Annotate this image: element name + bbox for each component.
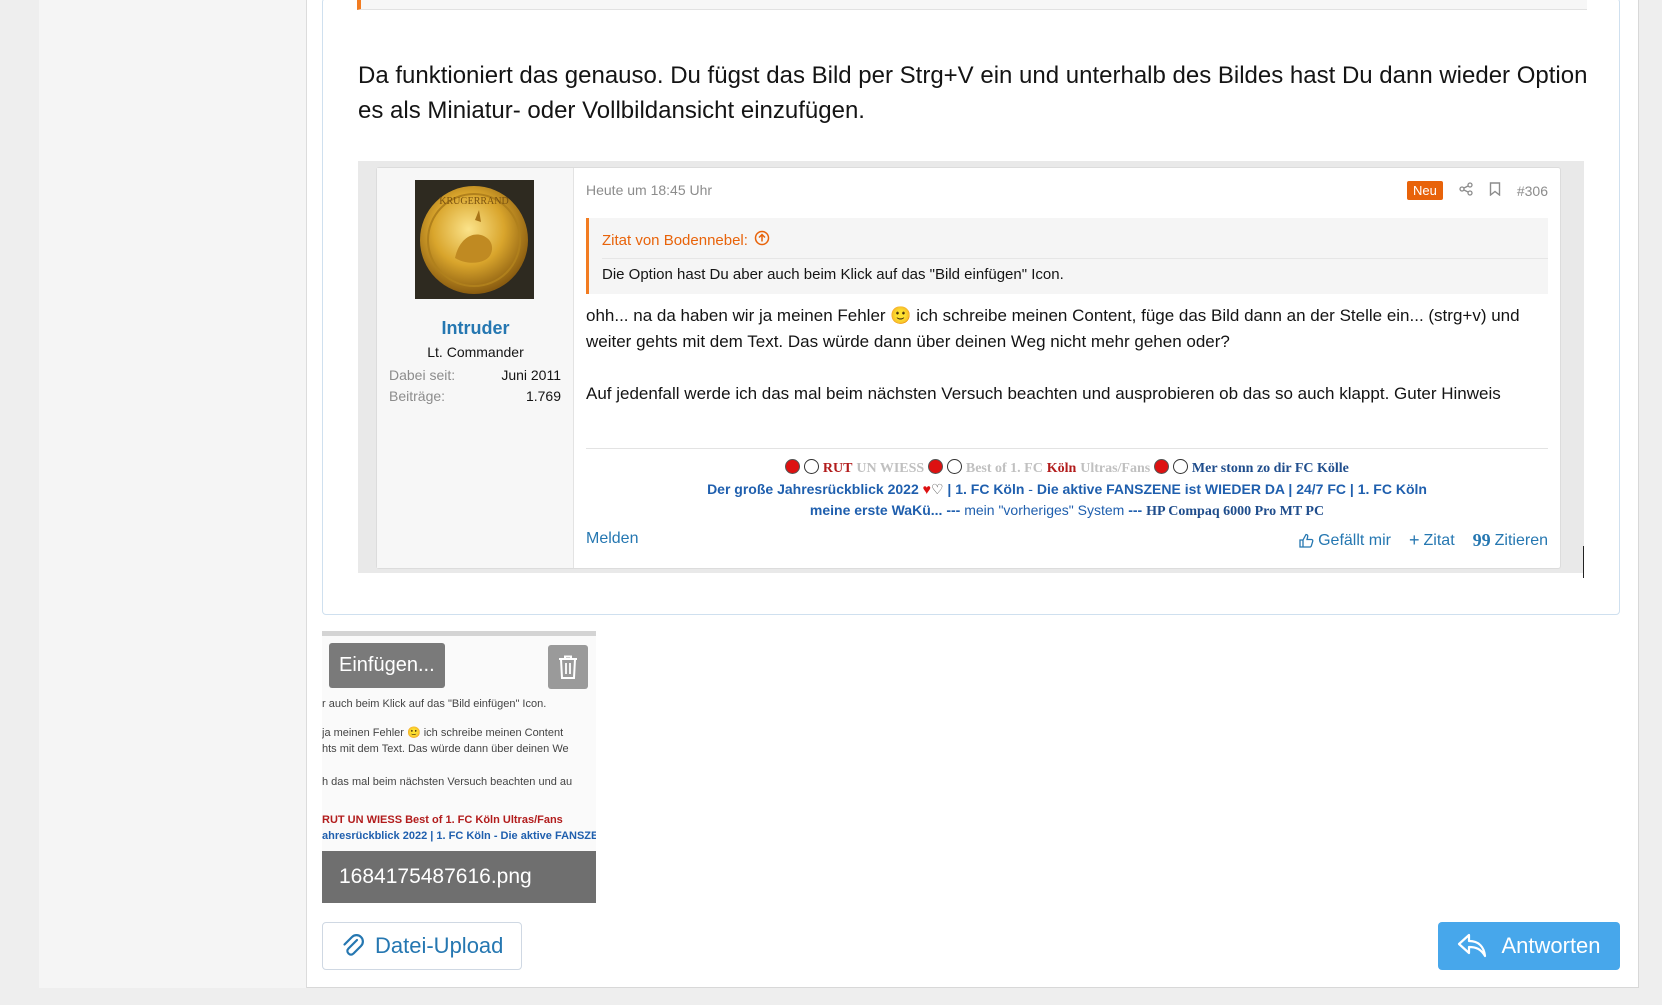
red-circle-icon bbox=[1154, 459, 1170, 474]
white-heart-icon: ♡ bbox=[930, 481, 944, 497]
user-info: KRUGERRAND Intruder Lt. Commander Dabei … bbox=[377, 168, 574, 568]
left-sidebar-column bbox=[39, 0, 307, 988]
quote-header[interactable]: Zitat von Bodennebel: bbox=[602, 226, 1548, 259]
preview-line: hts mit dem Text. Das würde dann über de… bbox=[322, 743, 569, 755]
user-stat-joined: Dabei seit: Juni 2011 bbox=[389, 367, 561, 383]
paperclip-icon bbox=[343, 934, 364, 956]
report-link[interactable]: Melden bbox=[586, 530, 638, 551]
thumbs-up-icon bbox=[1299, 533, 1314, 548]
preview-line: r auch beim Klick auf das "Bild einfügen… bbox=[322, 698, 547, 710]
reply-button[interactable]: Antworten bbox=[1438, 922, 1620, 970]
post-paragraph-2: Auf jedenfall werde ich das mal beim näc… bbox=[586, 384, 1501, 403]
pasted-image[interactable]: KRUGERRAND Intruder Lt. Commander Dabei … bbox=[358, 161, 1584, 573]
reply-quote-button[interactable]: 99 Zitieren bbox=[1473, 530, 1548, 551]
white-circle-icon bbox=[946, 459, 962, 474]
post-body: ohh... na da haben wir ja meinen Fehler … bbox=[586, 303, 1548, 433]
heart-icon: ♥ bbox=[922, 481, 931, 497]
insert-button[interactable]: Einfügen... bbox=[329, 643, 445, 688]
signature-line-1: RUT UN WIESS Best of 1. FC Köln Ultras/F… bbox=[586, 457, 1548, 479]
post-paragraph-1: ohh... na da haben wir ja meinen Fehler … bbox=[586, 306, 1520, 351]
preview-line: RUT UN WIESS Best of 1. FC Köln Ultras/F… bbox=[322, 814, 563, 826]
post-number[interactable]: #306 bbox=[1517, 183, 1548, 199]
quote-block-remnant bbox=[357, 0, 1587, 10]
file-upload-label: Datei-Upload bbox=[375, 933, 504, 958]
bookmark-icon[interactable] bbox=[1489, 182, 1501, 199]
white-circle-icon bbox=[804, 459, 820, 474]
red-circle-icon bbox=[785, 459, 801, 474]
avatar: KRUGERRAND bbox=[415, 180, 534, 299]
quote-plus-button[interactable]: + Zitat bbox=[1409, 530, 1455, 551]
signature-line-2[interactable]: Der große Jahresrückblick 2022 ♥♡ | 1. F… bbox=[586, 479, 1548, 500]
post-footer: Melden Gefällt mir + Zitat 99 Zitieren bbox=[586, 530, 1548, 551]
quote-marks-icon: 99 bbox=[1472, 530, 1491, 550]
username[interactable]: Intruder bbox=[377, 318, 574, 339]
share-icon[interactable] bbox=[1459, 182, 1473, 199]
attachment-filename: 1684175487616.png bbox=[322, 851, 596, 903]
embedded-post: KRUGERRAND Intruder Lt. Commander Dabei … bbox=[376, 167, 1561, 569]
quote-text: Die Option hast Du aber auch beim Klick … bbox=[602, 266, 1064, 283]
like-button[interactable]: Gefällt mir bbox=[1298, 530, 1391, 551]
attachment-thumbnail[interactable]: r auch beim Klick auf das "Bild einfügen… bbox=[322, 631, 596, 903]
quote-block: Zitat von Bodennebel: Die Option hast Du… bbox=[586, 218, 1548, 294]
trash-icon bbox=[559, 655, 577, 679]
delete-button[interactable] bbox=[548, 645, 588, 689]
user-stat-posts: Beiträge: 1.769 bbox=[389, 388, 561, 404]
red-circle-icon bbox=[928, 459, 944, 474]
preview-line: ja meinen Fehler 🙂 ich schreibe meinen C… bbox=[322, 727, 564, 739]
message: Heute um 18:45 Uhr Neu #306 Zitat von Bo… bbox=[586, 168, 1548, 568]
preview-line: ahresrückblick 2022 | 1. FC Köln - Die a… bbox=[322, 830, 596, 842]
reply-arrow-icon bbox=[1458, 933, 1487, 958]
file-upload-button[interactable]: Datei-Upload bbox=[322, 922, 522, 970]
post-actions: Neu #306 bbox=[1406, 181, 1548, 200]
reply-label: Antworten bbox=[1501, 933, 1601, 958]
text-cursor bbox=[1583, 546, 1584, 578]
new-badge: Neu bbox=[1406, 181, 1443, 200]
svg-text:KRUGERRAND: KRUGERRAND bbox=[439, 196, 508, 207]
editor-text[interactable]: Da funktioniert das genauso. Du fügst da… bbox=[358, 58, 1588, 128]
post-date: Heute um 18:45 Uhr bbox=[586, 182, 713, 198]
signature: RUT UN WIESS Best of 1. FC Köln Ultras/F… bbox=[586, 448, 1548, 522]
preview-line: h das mal beim nächsten Versuch beachten… bbox=[322, 776, 573, 788]
signature-line-3[interactable]: meine erste WaKü... --- mein "vorheriges… bbox=[586, 500, 1548, 522]
user-title: Lt. Commander bbox=[427, 344, 524, 360]
arrow-up-circle-icon[interactable] bbox=[754, 230, 770, 250]
white-circle-icon bbox=[1173, 459, 1188, 474]
plus-icon: + bbox=[1409, 530, 1420, 550]
